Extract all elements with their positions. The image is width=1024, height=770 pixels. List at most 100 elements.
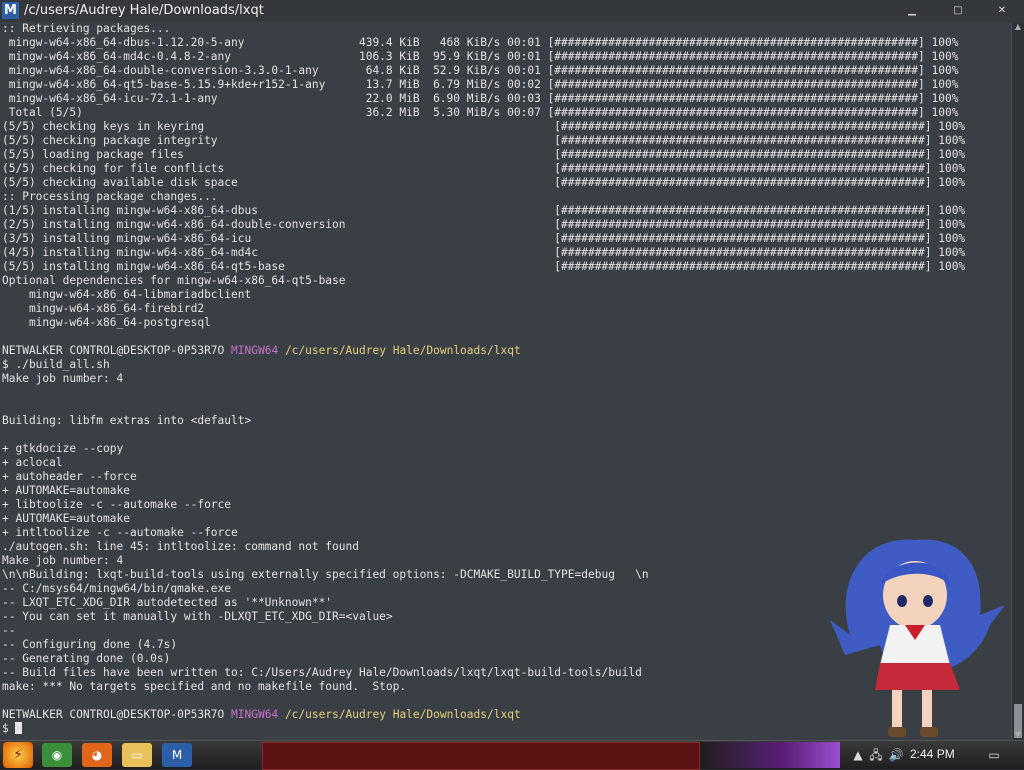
line-text: ./autogen.sh: line 45: intltoolize: comm… bbox=[2, 540, 359, 553]
output-line: (1/5) installing mingw-w64-x86_64-dbus [… bbox=[2, 204, 965, 218]
line-text: mingw-w64-x86_64-postgresql bbox=[2, 316, 211, 329]
line-text: -- Generating done (0.0s) bbox=[2, 652, 171, 665]
line-text: + AUTOMAKE=automake bbox=[2, 512, 130, 525]
prompt-host: NETWALKER CONTROL@DESKTOP-0P53R7O bbox=[2, 344, 225, 357]
text-cursor[interactable] bbox=[15, 722, 23, 734]
output-line: + AUTOMAKE=automake bbox=[2, 512, 965, 526]
line-text: (5/5) installing mingw-w64-x86_64-qt5-ba… bbox=[2, 260, 966, 273]
prompt-host: NETWALKER CONTROL@DESKTOP-0P53R7O bbox=[2, 708, 225, 721]
line-text: + AUTOMAKE=automake bbox=[2, 484, 130, 497]
output-line: (5/5) checking package integrity [######… bbox=[2, 134, 965, 148]
line-text: Optional dependencies for mingw-w64-x86_… bbox=[2, 274, 346, 287]
line-text: :: Processing package changes... bbox=[2, 190, 218, 203]
output-line: (5/5) checking keys in keyring [########… bbox=[2, 120, 965, 134]
output-line: (5/5) checking for file conflicts [#####… bbox=[2, 162, 965, 176]
output-line: mingw-w64-x86_64-libmariadbclient bbox=[2, 288, 965, 302]
window-title: /c/users/Audrey Hale/Downloads/lxqt bbox=[24, 3, 264, 18]
mintty-icon[interactable]: M bbox=[162, 743, 192, 767]
taskbar-decoration bbox=[700, 742, 840, 768]
line-text: + aclocal bbox=[2, 456, 63, 469]
network-icon[interactable]: 🖧 bbox=[868, 747, 884, 763]
output-line: :: Retrieving packages... bbox=[2, 22, 965, 36]
line-text: $ ./build_all.sh bbox=[2, 358, 110, 371]
output-line: + aclocal bbox=[2, 456, 965, 470]
tray-overflow-icon[interactable]: ▲ bbox=[850, 747, 866, 763]
output-line: (2/5) installing mingw-w64-x86_64-double… bbox=[2, 218, 965, 232]
line-text: :: Retrieving packages... bbox=[2, 22, 171, 35]
prompt-path: /c/users/Audrey Hale/Downloads/lxqt bbox=[284, 708, 521, 721]
mintty-app-icon[interactable]: M bbox=[2, 2, 19, 19]
output-line: mingw-w64-x86_64-dbus-1.12.20-5-any 439.… bbox=[2, 36, 965, 50]
maximize-button[interactable]: □ bbox=[944, 4, 972, 18]
scroll-up-arrow-icon[interactable]: ▲ bbox=[1012, 22, 1024, 32]
firefox-icon[interactable]: ◕ bbox=[82, 743, 112, 767]
output-line: Make job number: 4 bbox=[2, 372, 965, 386]
prompt-env: MINGW64 bbox=[231, 708, 279, 721]
output-line: :: Processing package changes... bbox=[2, 190, 965, 204]
taskbar-active-window-strip[interactable] bbox=[262, 742, 700, 770]
line-text: make: *** No targets specified and no ma… bbox=[2, 680, 407, 693]
line-text: -- Build files have been written to: C:/… bbox=[2, 666, 642, 679]
line-text: (2/5) installing mingw-w64-x86_64-double… bbox=[2, 218, 966, 231]
line-text: -- bbox=[2, 624, 16, 637]
output-line: mingw-w64-x86_64-md4c-0.4.8-2-any 106.3 … bbox=[2, 50, 965, 64]
close-button[interactable]: ✕ bbox=[988, 4, 1016, 18]
line-text: + autoheader --force bbox=[2, 470, 137, 483]
window-title-bar[interactable]: M /c/users/Audrey Hale/Downloads/lxqt ▁ … bbox=[0, 0, 1024, 23]
line-text: (5/5) checking for file conflicts [#####… bbox=[2, 162, 966, 175]
output-line: (3/5) installing mingw-w64-x86_64-icu [#… bbox=[2, 232, 965, 246]
line-text: (5/5) loading package files [###########… bbox=[2, 148, 966, 161]
output-line: mingw-w64-x86_64-firebird2 bbox=[2, 302, 965, 316]
notifications-icon[interactable]: ▭ bbox=[984, 747, 1004, 763]
line-text: Building: libfm extras into <default> bbox=[2, 414, 252, 427]
start-button[interactable]: ⚡ bbox=[3, 742, 33, 768]
prompt-env: MINGW64 bbox=[231, 344, 279, 357]
output-line: Building: libfm extras into <default> bbox=[2, 414, 965, 428]
line-text: + gtkdocize --copy bbox=[2, 442, 124, 455]
clock[interactable]: 2:44 PM bbox=[910, 747, 955, 761]
line-text: (3/5) installing mingw-w64-x86_64-icu [#… bbox=[2, 232, 966, 245]
line-text: Make job number: 4 bbox=[2, 554, 124, 567]
vertical-scrollbar[interactable]: ▲ ▼ bbox=[1011, 22, 1024, 740]
line-text: -- Configuring done (4.7s) bbox=[2, 638, 178, 651]
minimize-button[interactable]: ▁ bbox=[898, 4, 926, 18]
line-text: (5/5) checking keys in keyring [########… bbox=[2, 120, 966, 133]
line-text: mingw-w64-x86_64-md4c-0.4.8-2-any 106.3 … bbox=[2, 50, 959, 63]
line-text: mingw-w64-x86_64-libmariadbclient bbox=[2, 288, 252, 301]
output-line: mingw-w64-x86_64-qt5-base-5.15.9+kde+r15… bbox=[2, 78, 965, 92]
file-explorer-icon[interactable]: ▭ bbox=[122, 743, 152, 767]
line-text: -- You can set it manually with -DLXQT_E… bbox=[2, 610, 393, 623]
line-text: mingw-w64-x86_64-dbus-1.12.20-5-any 439.… bbox=[2, 36, 959, 49]
output-line: Total (5/5) 36.2 MiB 5.30 MiB/s 00:07 [#… bbox=[2, 106, 965, 120]
taskbar: ⚡ ◉ ◕ ▭ M ▲ 🖧 🔊 2:44 PM ▭ bbox=[0, 740, 1024, 770]
output-line: + libtoolize -c --automake --force bbox=[2, 498, 965, 512]
output-line: Optional dependencies for mingw-w64-x86_… bbox=[2, 274, 965, 288]
line-text: mingw-w64-x86_64-firebird2 bbox=[2, 302, 205, 315]
prompt-path: /c/users/Audrey Hale/Downloads/lxqt bbox=[284, 344, 521, 357]
output-line: mingw-w64-x86_64-postgresql bbox=[2, 316, 965, 330]
output-line: (5/5) checking available disk space [###… bbox=[2, 176, 965, 190]
output-line: + autoheader --force bbox=[2, 470, 965, 484]
line-text: $ bbox=[2, 722, 16, 735]
line-text: Make job number: 4 bbox=[2, 372, 124, 385]
chrome-icon[interactable]: ◉ bbox=[42, 743, 72, 767]
output-line: (5/5) installing mingw-w64-x86_64-qt5-ba… bbox=[2, 260, 965, 274]
line-text: (1/5) installing mingw-w64-x86_64-dbus [… bbox=[2, 204, 966, 217]
line-text: \n\nBuilding: lxqt-build-tools using ext… bbox=[2, 568, 649, 581]
line-text: -- C:/msys64/mingw64/bin/qmake.exe bbox=[2, 582, 232, 595]
output-line: $ ./build_all.sh bbox=[2, 358, 965, 372]
volume-icon[interactable]: 🔊 bbox=[888, 747, 904, 763]
output-line: (4/5) installing mingw-w64-x86_64-md4c [… bbox=[2, 246, 965, 260]
line-text: -- LXQT_ETC_XDG_DIR autodetected as '**U… bbox=[2, 596, 333, 609]
line-text: mingw-w64-x86_64-qt5-base-5.15.9+kde+r15… bbox=[2, 78, 959, 91]
line-text: mingw-w64-x86_64-double-conversion-3.3.0… bbox=[2, 64, 959, 77]
output-line: mingw-w64-x86_64-icu-72.1-1-any 22.0 MiB… bbox=[2, 92, 965, 106]
anime-character-wallpaper bbox=[830, 539, 1005, 737]
output-line: + gtkdocize --copy bbox=[2, 442, 965, 456]
scroll-down-arrow-icon[interactable]: ▼ bbox=[1012, 730, 1024, 740]
line-text: mingw-w64-x86_64-icu-72.1-1-any 22.0 MiB… bbox=[2, 92, 959, 105]
